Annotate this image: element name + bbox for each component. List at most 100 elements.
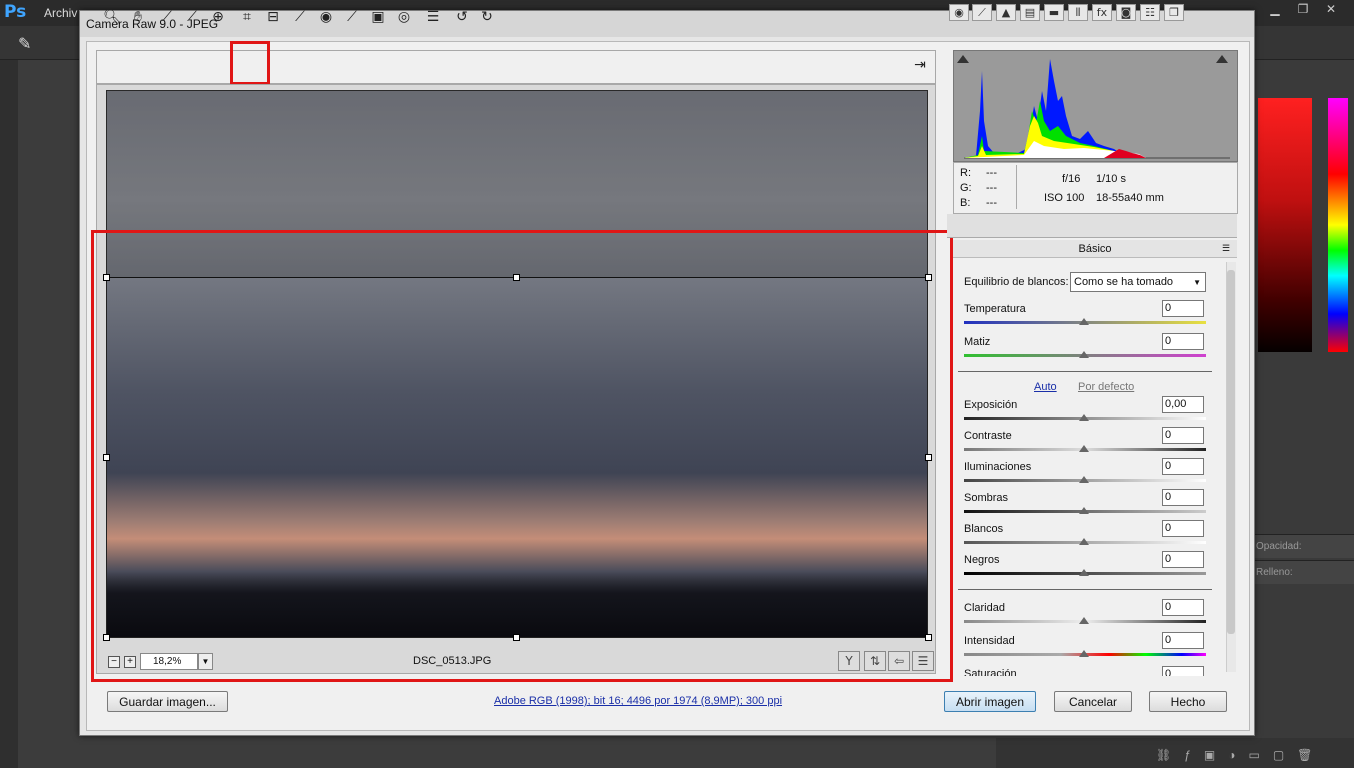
b-label: B: [960, 197, 971, 209]
opacity-label: Opacidad: [1256, 541, 1302, 552]
zoom-level[interactable]: 18,2% [140, 653, 198, 670]
color-sampler-icon[interactable]: ⟋ [182, 8, 202, 26]
highlights-input[interactable]: 0 [1162, 458, 1204, 475]
compare-view-icon[interactable]: Y [838, 651, 860, 671]
b-value: --- [986, 197, 997, 209]
rotate-right-icon[interactable]: ↻ [477, 8, 497, 26]
shutter-speed: 1/10 s [1096, 173, 1126, 185]
close-icon[interactable]: ✕ [1318, 2, 1344, 18]
rotate-left-icon[interactable]: ↺ [452, 8, 472, 26]
menu-archivo[interactable]: Archiv [44, 6, 77, 20]
tab-detail-icon[interactable]: ▲ [996, 4, 1016, 21]
restore-icon[interactable]: ❐ [1290, 2, 1316, 18]
tint-thumb[interactable] [1079, 351, 1089, 358]
swap-settings-icon[interactable]: ⇅ [864, 651, 886, 671]
contrast-label: Contraste [964, 430, 1012, 442]
white-balance-select[interactable]: Como se ha tomado ▼ [1070, 272, 1206, 292]
contrast-thumb[interactable] [1079, 445, 1089, 452]
panel-title: Básico [953, 240, 1237, 258]
temperature-input[interactable]: 0 [1162, 300, 1204, 317]
targeted-adjust-icon[interactable]: ⊕ [208, 8, 228, 26]
vibrance-thumb[interactable] [1079, 650, 1089, 657]
toggle-defaults-icon[interactable]: ☰ [912, 651, 934, 671]
zoom-out-button[interactable]: − [108, 656, 120, 668]
temperature-label: Temperatura [964, 303, 1026, 315]
preferences-icon[interactable]: ☰ [423, 8, 443, 26]
minimize-icon[interactable]: ▁ [1262, 2, 1288, 18]
lens: 18-55a40 mm [1096, 192, 1164, 204]
straighten-icon[interactable]: ⊟ [263, 8, 283, 26]
highlight-clip-warning-icon [1216, 55, 1228, 63]
tint-input[interactable]: 0 [1162, 333, 1204, 350]
whites-input[interactable]: 0 [1162, 520, 1204, 537]
panel-tabs [947, 214, 1237, 238]
g-value: --- [986, 182, 997, 194]
info-divider [1016, 165, 1017, 209]
clarity-thumb[interactable] [1079, 617, 1089, 624]
white-balance-icon[interactable]: ⟋ [157, 8, 177, 26]
exposure-thumb[interactable] [1079, 414, 1089, 421]
zoom-icon[interactable]: 🔍︎ [102, 8, 122, 26]
whites-label: Blancos [964, 523, 1004, 535]
radial-filter-icon[interactable]: ◎ [394, 8, 414, 26]
whites-thumb[interactable] [1079, 538, 1089, 545]
white-balance-value: Como se ha tomado [1074, 276, 1174, 288]
layers-fill-row: Relleno: [1254, 560, 1354, 584]
aperture: f/16 [1062, 173, 1081, 185]
panel-scrollbar-thumb[interactable] [1227, 270, 1235, 634]
hand-icon[interactable]: ✋︎ [128, 8, 148, 26]
shadow-clip-warning-icon [957, 55, 969, 63]
default-link[interactable]: Por defecto [1078, 381, 1134, 393]
tab-snapshots-icon[interactable]: ❐ [1164, 4, 1184, 21]
photoshop-logo: Ps [4, 2, 27, 22]
red-eye-icon[interactable]: ◉ [316, 8, 336, 26]
copy-settings-icon[interactable]: ⇦ [888, 651, 910, 671]
fill-label: Relleno: [1256, 567, 1293, 578]
clarity-input[interactable]: 0 [1162, 599, 1204, 616]
blacks-input[interactable]: 0 [1162, 551, 1204, 568]
contrast-input[interactable]: 0 [1162, 427, 1204, 444]
tab-split-toning-icon[interactable]: ▬ [1044, 4, 1064, 21]
shadows-input[interactable]: 0 [1162, 489, 1204, 506]
color-hue-slider[interactable] [1328, 98, 1348, 352]
highlight-box-preview [91, 230, 953, 682]
camera-raw-toolbar [96, 50, 936, 84]
tab-hsl-icon[interactable]: ▤ [1020, 4, 1040, 21]
tab-camera-calibration-icon[interactable]: ◙ [1116, 4, 1136, 21]
auto-link[interactable]: Auto [1034, 381, 1057, 393]
fullscreen-icon[interactable]: ⇥ [908, 57, 932, 77]
exposure-input[interactable]: 0,00 [1162, 396, 1204, 413]
cancel-button[interactable]: Cancelar [1054, 691, 1132, 712]
panel-menu-icon[interactable]: ☰ [1222, 243, 1230, 254]
tab-basic-icon[interactable]: ◉ [949, 4, 969, 21]
temperature-thumb[interactable] [1079, 318, 1089, 325]
zoom-in-button[interactable]: + [124, 656, 136, 668]
shadows-thumb[interactable] [1079, 507, 1089, 514]
vibrance-input[interactable]: 0 [1162, 632, 1204, 649]
tab-tone-curve-icon[interactable]: ⟋ [972, 4, 992, 21]
layers-bottom-icons[interactable]: ⛓ƒ▣◑▭▢🗑 [1156, 748, 1325, 762]
saturation-label: Saturación [964, 668, 1017, 676]
highlights-label: Iluminaciones [964, 461, 1032, 473]
brush-icon[interactable]: ✎ [18, 34, 31, 54]
workflow-options-link[interactable]: Adobe RGB (1998); bit 16; 4496 por 1974 … [494, 695, 782, 707]
done-button[interactable]: Hecho [1149, 691, 1227, 712]
zoom-dropdown-icon[interactable]: ▼ [198, 653, 213, 670]
crop-icon[interactable]: ⌗ [237, 8, 257, 26]
image-info: R: --- G: --- B: --- f/16 1/10 s ISO 100… [953, 162, 1238, 214]
tab-effects-icon[interactable]: fx [1092, 4, 1112, 21]
histogram-graph [957, 55, 1230, 159]
spot-removal-icon[interactable]: ⟋ [290, 8, 310, 26]
saturation-input[interactable]: 0 [1162, 666, 1204, 676]
highlights-thumb[interactable] [1079, 476, 1089, 483]
exposure-label: Exposición [964, 399, 1018, 411]
tab-lens-icon[interactable]: ⦀ [1068, 4, 1088, 21]
saturation-row: Saturación 0 [953, 664, 1225, 676]
blacks-thumb[interactable] [1079, 569, 1089, 576]
open-image-button[interactable]: Abrir imagen [944, 691, 1036, 712]
color-picker-field[interactable] [1258, 98, 1312, 352]
save-image-button[interactable]: Guardar imagen... [107, 691, 228, 712]
graduated-filter-icon[interactable]: ▣ [368, 8, 388, 26]
tab-presets-icon[interactable]: ☷ [1140, 4, 1160, 21]
adjustment-brush-icon[interactable]: ⟋ [342, 8, 362, 26]
